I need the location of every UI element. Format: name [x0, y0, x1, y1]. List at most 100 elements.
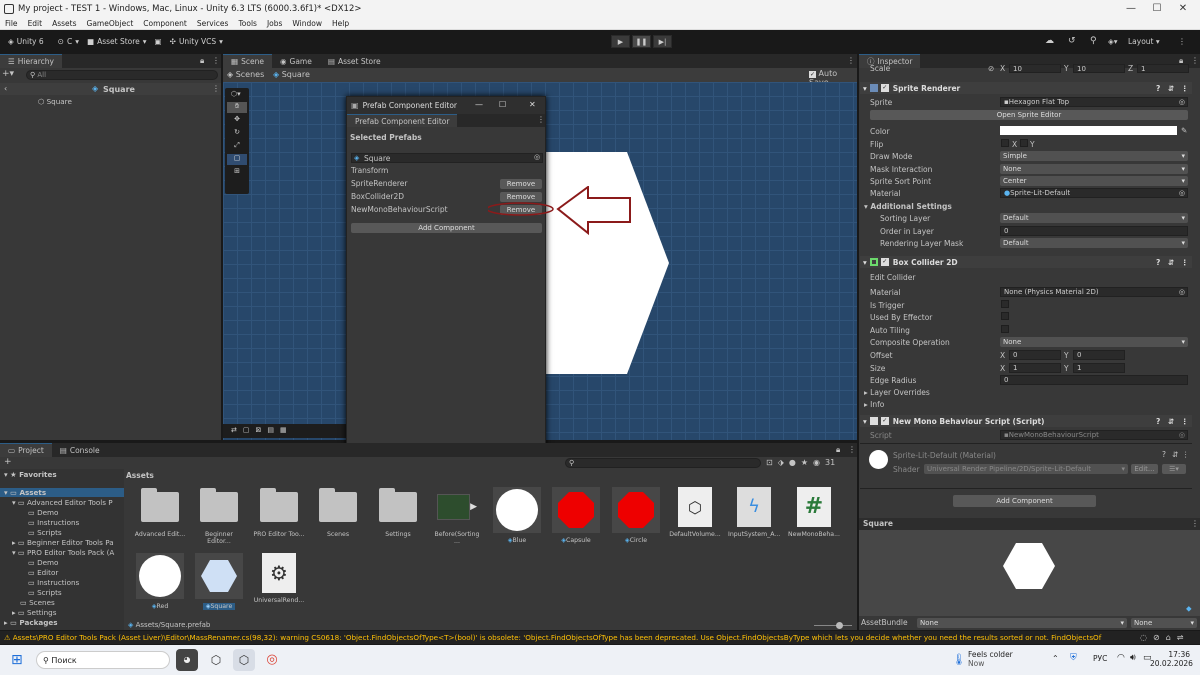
vcs-dropdown[interactable]: ✣ Unity VCS ▾ — [170, 37, 223, 46]
create-button[interactable]: +▾ — [2, 69, 14, 79]
account-dropdown[interactable]: ⊙ C ▾ — [58, 37, 79, 46]
is-trigger-checkbox[interactable] — [1001, 300, 1009, 308]
chevron-up-icon[interactable]: ⌃ — [1052, 654, 1059, 663]
scale-x-field[interactable]: 10 — [1009, 64, 1061, 73]
tree-scripts[interactable]: ▭ Scripts — [28, 528, 62, 537]
tree-demo-2[interactable]: ▭ Demo — [28, 558, 58, 567]
rendering-layer-dropdown[interactable]: Default ▾ — [1000, 238, 1188, 248]
back-icon[interactable]: ‹ — [4, 84, 7, 93]
language-indicator[interactable]: РУС — [1093, 654, 1107, 663]
auto-tiling-checkbox[interactable] — [1001, 325, 1009, 333]
tree-packages[interactable]: ▸ ▭ Packages — [4, 618, 58, 627]
help-icon[interactable]: ? — [1156, 417, 1160, 426]
sprite-renderer-header[interactable]: ▾ ✓ Sprite Renderer? ⇵ ⋮ — [860, 82, 1192, 94]
help-icon[interactable]: ? — [1162, 450, 1166, 459]
color-swatch[interactable] — [1000, 126, 1177, 135]
asset-folder-pro[interactable]: PRO Editor Too... — [253, 487, 305, 538]
overlay-menu-icon[interactable]: ⬡▾ — [225, 88, 249, 100]
tab-project[interactable]: ▭ Project — [0, 443, 52, 457]
asset-bundle-variant-dropdown[interactable]: None ▾ — [1131, 618, 1197, 628]
hierarchy-search-input[interactable]: ⚲ All — [26, 70, 218, 80]
menu-tools[interactable]: Tools — [233, 19, 261, 28]
maximize-icon[interactable]: ☐ — [499, 100, 506, 109]
asset-bundle-dropdown[interactable]: None ▾ — [917, 618, 1127, 628]
physics-material-field[interactable]: None (Physics Material 2D) ◎ — [1000, 287, 1188, 297]
scale-y-field[interactable]: 10 — [1073, 64, 1125, 73]
transform-tool-icon[interactable]: ⊞ — [227, 167, 247, 178]
preset-icon[interactable]: ⇵ — [1172, 450, 1178, 459]
info-foldout[interactable]: ▸ Info — [864, 400, 884, 409]
breadcrumb-square[interactable]: ◈ Square — [273, 70, 310, 79]
menu-icon[interactable]: ⋮ — [212, 56, 220, 65]
defender-icon[interactable]: ⛨ — [1070, 653, 1077, 663]
help-icon[interactable]: ? — [1156, 258, 1160, 267]
edit-collider-button[interactable]: Edit Collider — [870, 273, 915, 282]
pin-icon[interactable]: ⬥ — [1186, 604, 1192, 614]
inspector-add-component-button[interactable]: Add Component — [953, 495, 1096, 507]
menu-help[interactable]: Help — [327, 19, 354, 28]
windows-start-icon[interactable]: ⊞ — [11, 652, 23, 668]
menu-icon[interactable]: ⋮ — [1182, 450, 1190, 459]
history-icon[interactable]: ↺ — [1068, 36, 1076, 46]
preset-icon[interactable]: ⇵ — [1168, 258, 1174, 267]
preset-icon[interactable]: ⇵ — [1168, 84, 1174, 93]
prefab-object-field[interactable]: ◈ Square ◎ — [351, 153, 543, 163]
layers-dropdown[interactable]: ◈▾ — [1108, 37, 1118, 46]
tree-beginner-editor-tools[interactable]: ▸ ▭ Beginner Editor Tools Pa — [12, 538, 114, 547]
status-icon-4[interactable]: ⇌ — [1177, 633, 1184, 642]
menu-services[interactable]: Services — [192, 19, 234, 28]
asset-folder-scenes[interactable]: Scenes — [312, 487, 364, 538]
menu-gameobject[interactable]: GameObject — [82, 19, 139, 28]
rotate-tool-icon[interactable]: ↻ — [227, 128, 247, 139]
size-x-field[interactable]: 1 — [1009, 363, 1061, 373]
menu-icon[interactable]: ⋮ — [848, 445, 856, 454]
search-icon[interactable]: ⚲ — [1090, 36, 1097, 46]
asset-universal-render[interactable]: ⚙ UniversalRend... — [253, 553, 305, 604]
flip-y-checkbox[interactable] — [1020, 139, 1028, 147]
asset-new-mono-behaviour[interactable]: # NewMonoBeha... — [788, 487, 840, 538]
used-by-effector-checkbox[interactable] — [1001, 312, 1009, 320]
minimize-icon[interactable]: — — [475, 100, 483, 109]
menu-window[interactable]: Window — [287, 19, 327, 28]
asset-red[interactable]: ◈Red — [134, 553, 186, 610]
project-search-input[interactable]: ⚲ — [565, 458, 761, 468]
enable-checkbox[interactable]: ✓ — [880, 84, 889, 92]
asset-circle[interactable]: ◈Circle — [610, 487, 662, 544]
menu-icon[interactable]: ⋮ — [537, 115, 545, 124]
hand-tool-icon[interactable]: ✋︎ — [227, 102, 247, 113]
menu-component[interactable]: Component — [138, 19, 192, 28]
unity-hub-icon[interactable]: ⬡ — [205, 649, 227, 671]
offset-x-field[interactable]: 0 — [1009, 350, 1061, 360]
menu-icon[interactable]: ⋮ — [1191, 519, 1199, 528]
asset-default-volume[interactable]: ⬡ DefaultVolume... — [669, 487, 721, 538]
taskbar-search[interactable]: ⚲ Поиск — [36, 651, 170, 669]
composite-operation-dropdown[interactable]: None ▾ — [1000, 337, 1188, 347]
tab-prefab-component-editor[interactable]: Prefab Component Editor — [347, 114, 458, 127]
status-icon-3[interactable]: ⌂ — [1166, 633, 1171, 642]
tree-settings[interactable]: ▸ ▭ Settings — [12, 608, 56, 617]
menu-icon[interactable]: ⋮ — [1181, 258, 1189, 267]
search-by-type-icon[interactable]: ⊡ — [766, 458, 773, 467]
tile-icon[interactable]: ⊠ — [256, 426, 262, 436]
play-button[interactable]: ▶ — [611, 35, 630, 48]
open-sprite-editor-button[interactable]: Open Sprite Editor — [870, 110, 1188, 120]
breadcrumb-scenes[interactable]: ◈ Scenes — [227, 70, 264, 79]
lock-icon[interactable]: 🔒︎ — [836, 445, 840, 455]
wifi-icon[interactable]: ◠ — [1117, 653, 1125, 663]
layer-overrides-foldout[interactable]: ▸ Layer Overrides — [864, 388, 930, 397]
tree-scripts-2[interactable]: ▭ Scripts — [28, 588, 62, 597]
sorting-layer-dropdown[interactable]: Default ▾ — [1000, 213, 1188, 223]
flip-x-checkbox[interactable] — [1001, 139, 1009, 147]
error-filter-icon[interactable]: ● — [789, 458, 796, 467]
asset-folder-advanced[interactable]: Advanced Edit... — [134, 487, 186, 538]
order-in-layer-field[interactable]: 0 — [1000, 226, 1188, 236]
object-picker-icon[interactable]: ◎ — [1179, 189, 1185, 197]
label-icon[interactable]: ⬗ — [778, 458, 784, 467]
grid-icon[interactable]: ▤ — [267, 426, 274, 436]
tab-console[interactable]: ▤ Console — [52, 443, 108, 457]
tree-demo[interactable]: ▭ Demo — [28, 508, 58, 517]
rect-icon[interactable]: ▢ — [243, 426, 250, 436]
sprite-field[interactable]: ▪ Hexagon Flat Top ◎ — [1000, 97, 1188, 107]
chrome-icon[interactable]: ◎ — [261, 649, 283, 671]
step-button[interactable]: ▶| — [653, 35, 672, 48]
